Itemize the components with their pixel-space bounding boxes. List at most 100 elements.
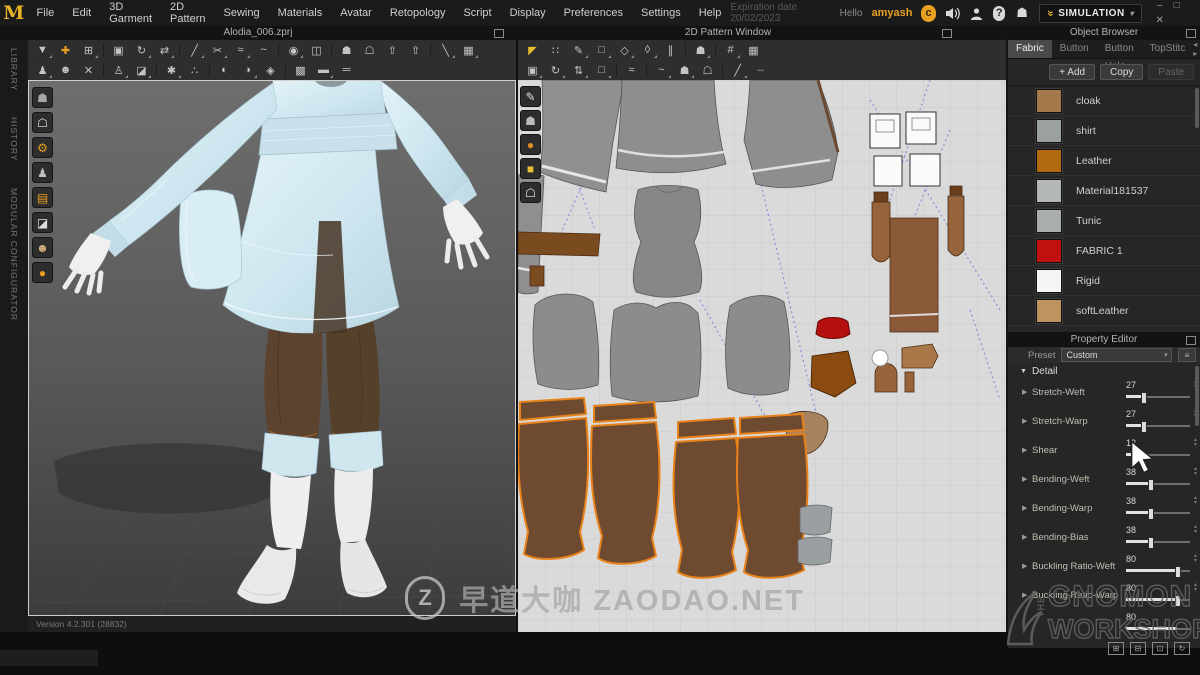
transform-pattern-tool-icon[interactable]: ⇄ <box>154 41 175 59</box>
fabric-item-fabric-1[interactable]: FABRIC 1 <box>1008 236 1200 266</box>
stitch-2d-tool-icon[interactable]: ╱ <box>727 61 748 79</box>
avatar-pose-tool-icon[interactable]: ☻ <box>55 61 76 79</box>
flatten-tool-icon[interactable]: ▬ <box>313 61 334 79</box>
pattern-orange-icon[interactable]: ● <box>520 134 541 155</box>
pen-2d-tool-icon[interactable]: ✎ <box>568 41 589 59</box>
iron-tool-icon[interactable]: ≈ <box>621 61 642 79</box>
measure-tool-icon[interactable]: ╲ <box>435 41 456 59</box>
select-move-tool-icon[interactable]: ✚ <box>55 41 76 59</box>
library-book-icon[interactable]: ▤ <box>32 187 53 208</box>
slider-handle[interactable] <box>1132 450 1138 462</box>
restore-button[interactable]: □ <box>1168 0 1185 13</box>
sidebar-tab-history[interactable]: HISTORY <box>9 117 19 161</box>
property-slider[interactable] <box>1126 512 1190 514</box>
move-pattern-tool-icon[interactable]: ▣ <box>108 41 129 59</box>
spinner-arrows-icon[interactable] <box>1194 496 1197 506</box>
sync-garment-tool-icon[interactable]: ☗ <box>336 41 357 59</box>
minimize-button[interactable]: – <box>1151 0 1168 13</box>
piece-hex-small[interactable] <box>902 344 938 368</box>
menu-3d-garment[interactable]: 3D Garment <box>100 1 161 25</box>
popout-3d-icon[interactable] <box>494 29 504 38</box>
garment-2d-tool-icon[interactable]: ☗ <box>674 61 695 79</box>
pattern-shirt-icon[interactable]: ☖ <box>520 182 541 203</box>
view-2d-button[interactable]: ⊡ <box>1152 642 1168 655</box>
property-slider[interactable] <box>1126 599 1190 601</box>
property-scrollbar[interactable] <box>1195 366 1199 426</box>
piece-panel-a[interactable] <box>533 294 599 389</box>
property-slider[interactable] <box>1126 628 1190 630</box>
pen-3d-tool-icon[interactable]: ╱ <box>184 41 205 59</box>
property-value[interactable]: 27 <box>1126 409 1136 419</box>
menu-help[interactable]: Help <box>690 7 731 19</box>
show-garment-tool-icon[interactable]: ☖ <box>359 41 380 59</box>
fabric-layer-tool-icon[interactable]: ▩ <box>290 61 311 79</box>
fabric-swatch[interactable] <box>1036 149 1062 173</box>
slider-handle[interactable] <box>1141 421 1147 433</box>
expand-icon[interactable] <box>1022 475 1027 483</box>
property-value[interactable]: 12 <box>1126 438 1136 448</box>
rotate-pattern-tool-icon[interactable]: ↻ <box>131 41 152 59</box>
fabric-item-tunic[interactable]: Tunic <box>1008 206 1200 236</box>
slider-handle[interactable] <box>1175 566 1181 578</box>
pin-tool-icon[interactable]: ◉ <box>283 41 304 59</box>
pin-box-tool-icon[interactable]: ✱ <box>161 61 182 79</box>
free-sewing-tool-icon[interactable]: ~ <box>253 41 274 59</box>
flip-2d-tool-icon[interactable]: ⇅ <box>568 61 589 79</box>
piece-red[interactable] <box>816 318 850 339</box>
menu-preferences[interactable]: Preferences <box>555 7 632 19</box>
menu-2d-pattern[interactable]: 2D Pattern <box>161 1 214 25</box>
view-grid-button[interactable]: ⊞ <box>1108 642 1124 655</box>
avatar-show-tool-icon[interactable]: ♟ <box>32 61 53 79</box>
fabric-item-cloak[interactable]: cloak <box>1008 86 1200 116</box>
refresh-button[interactable]: ↻ <box>1174 642 1190 655</box>
detail-section-header[interactable]: Detail <box>1008 363 1200 379</box>
property-value[interactable]: 80 <box>1126 554 1136 564</box>
avatar-belt[interactable] <box>259 113 397 155</box>
popout-object-browser-icon[interactable] <box>1186 29 1196 38</box>
popout-2d-icon[interactable] <box>942 29 952 38</box>
fabric-swatch[interactable] <box>1036 299 1062 323</box>
library-ball-icon[interactable]: ● <box>32 262 53 283</box>
expand-icon[interactable] <box>1022 533 1027 541</box>
grid-pattern-tool-icon[interactable]: ▦ <box>743 41 764 59</box>
pattern-note-icon[interactable]: ■ <box>520 158 541 179</box>
expand-icon[interactable] <box>1022 446 1027 454</box>
select-box-tool-icon[interactable]: ⊞ <box>78 41 99 59</box>
edit-sewing-tool-icon[interactable]: ✂ <box>207 41 228 59</box>
menu-retopology[interactable]: Retopology <box>381 7 455 19</box>
expand-icon[interactable] <box>1022 417 1027 425</box>
spinner-arrows-icon[interactable] <box>1194 467 1197 477</box>
grid-3d-tool-icon[interactable]: ▦ <box>458 41 479 59</box>
piece-back-bodice[interactable] <box>616 80 726 173</box>
speaker-icon[interactable] <box>945 5 960 21</box>
transform-2d-tool-icon[interactable]: ◤ <box>522 41 543 59</box>
menu-script[interactable]: Script <box>454 7 500 19</box>
piece-panel-b[interactable] <box>610 302 701 402</box>
grid-2d-tool-icon[interactable]: # <box>720 41 741 59</box>
solidify-tool-icon[interactable]: ◪ <box>131 61 152 79</box>
viewport-3d[interactable]: ☗☖⚙♟▤◪☻● <box>28 80 516 616</box>
copy-2d-tool-icon[interactable]: □ <box>591 61 612 79</box>
copy-fabric-button[interactable]: Copy <box>1100 64 1143 80</box>
expand-icon[interactable] <box>1022 591 1027 599</box>
expand-icon[interactable] <box>1022 562 1027 570</box>
slider-handle[interactable] <box>1148 508 1154 520</box>
fabric-swatch[interactable] <box>1036 209 1062 233</box>
fabric-item-material181537[interactable]: Material181537 <box>1008 176 1200 206</box>
piece-arch[interactable] <box>875 364 897 393</box>
popout-property-editor-icon[interactable] <box>1186 336 1196 345</box>
slider-handle[interactable] <box>1148 537 1154 549</box>
property-value[interactable]: 27 <box>1126 380 1136 390</box>
paste-fabric-button[interactable]: Paste <box>1148 64 1194 80</box>
menu-edit[interactable]: Edit <box>63 7 100 19</box>
document-tab[interactable]: Alodia_006.zprj <box>28 26 488 40</box>
splitter-center[interactable] <box>516 80 518 632</box>
baseline-2d-tool-icon[interactable]: ┈ <box>750 61 771 79</box>
simulate-tool-icon[interactable]: ▼ <box>32 41 53 59</box>
pleats-tool-icon[interactable]: ∥ <box>660 41 681 59</box>
property-value[interactable]: 38 <box>1126 467 1136 477</box>
library-hardware-icon[interactable]: ⚙ <box>32 137 53 158</box>
circle-tool-icon[interactable]: ◇ <box>614 41 635 59</box>
property-slider[interactable] <box>1126 425 1190 427</box>
expand-icon[interactable] <box>1022 504 1027 512</box>
